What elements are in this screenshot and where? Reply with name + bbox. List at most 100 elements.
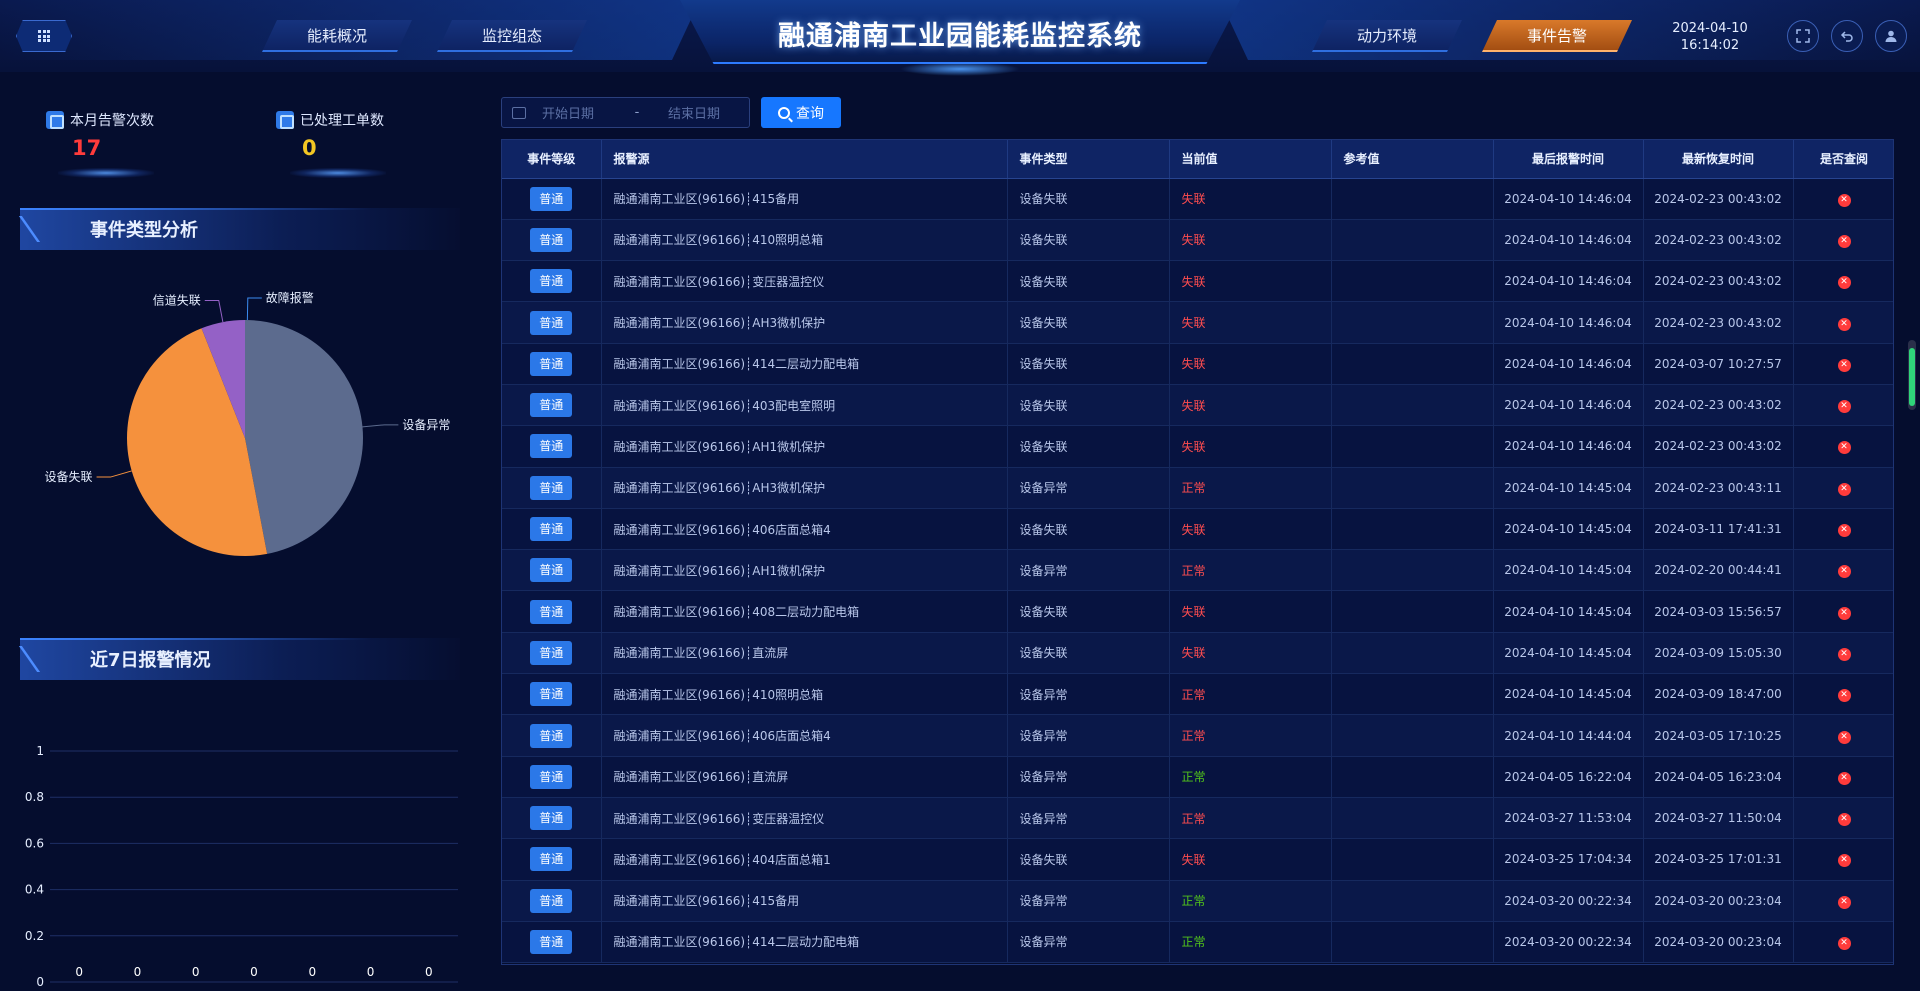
unread-x-icon[interactable]: ✕ <box>1837 358 1851 372</box>
cell-level: 普通 <box>502 425 602 468</box>
cell-last-alarm: 2024-04-10 14:46:04 <box>1493 178 1644 220</box>
user-button[interactable] <box>1875 20 1907 52</box>
level-badge: 普通 <box>530 310 573 335</box>
unread-x-icon[interactable]: ✕ <box>1837 936 1851 950</box>
col-header-level[interactable]: 事件等级 <box>502 140 602 179</box>
unread-x-icon[interactable]: ✕ <box>1837 524 1851 538</box>
cell-reference <box>1331 590 1494 633</box>
cell-source: 融通浦南工业区(96166)┊直流屏 <box>601 756 1008 798</box>
table-row[interactable]: 普通 融通浦南工业区(96166)┊AH1微机保护 设备异常 正常 2024-04-10… <box>502 549 1893 592</box>
table-row[interactable]: 普通 融通浦南工业区(96166)┊406店面总箱4 设备异常 正常 2024-04-1… <box>502 714 1893 757</box>
col-header-last-recover[interactable]: 最新恢复时间 <box>1643 140 1794 179</box>
cell-source: 融通浦南工业区(96166)┊变压器温控仪 <box>601 797 1008 840</box>
date-range-picker[interactable]: 开始日期 - 结束日期 <box>501 97 750 128</box>
table-row[interactable]: 普通 融通浦南工业区(96166)┊414二层动力配电箱 设备异常 正常 2024-03… <box>502 921 1893 964</box>
col-header-source[interactable]: 报警源 <box>601 140 1008 179</box>
cell-source: 融通浦南工业区(96166)┊404店面总箱1 <box>601 838 1008 881</box>
section-title: 事件类型分析 <box>90 220 198 241</box>
table-row[interactable]: 普通 融通浦南工业区(96166)┊410照明总箱 设备异常 正常 2024-04-10… <box>502 673 1893 716</box>
table-row[interactable]: 普通 融通浦南工业区(96166)┊AH1微机保护 设备失联 失联 2024-04-10… <box>502 425 1893 468</box>
table-row[interactable]: 普通 融通浦南工业区(96166)┊415备用 设备异常 正常 2024-03-20 0… <box>502 880 1893 922</box>
alarm-clock-icon <box>46 111 64 129</box>
cell-last-recover: 2024-02-23 00:43:02 <box>1643 425 1794 468</box>
col-header-type[interactable]: 事件类型 <box>1007 140 1170 179</box>
level-badge: 普通 <box>530 806 573 831</box>
end-date-input[interactable]: 结束日期 <box>668 103 720 122</box>
table-row[interactable]: 普通 融通浦南工业区(96166)┊404店面总箱1 设备失联 失联 2024-03-2… <box>502 838 1893 881</box>
table-row[interactable]: 普通 融通浦南工业区(96166)┊变压器温控仪 设备失联 失联 2024-04-10 … <box>502 260 1893 303</box>
current-time: 16:14:02 <box>1680 38 1740 53</box>
table-row[interactable]: 普通 融通浦南工业区(96166)┊414二层动力配电箱 设备失联 失联 2024-04… <box>502 343 1893 385</box>
cell-last-recover: 2024-03-20 00:23:04 <box>1643 921 1794 964</box>
cell-level: 普通 <box>502 632 602 675</box>
unread-x-icon[interactable]: ✕ <box>1837 647 1851 661</box>
unread-x-icon[interactable]: ✕ <box>1837 606 1851 620</box>
pie-label-line <box>204 299 224 323</box>
unread-x-icon[interactable]: ✕ <box>1837 317 1851 331</box>
unread-x-icon[interactable]: ✕ <box>1837 400 1851 414</box>
unread-x-icon[interactable]: ✕ <box>1837 482 1851 496</box>
event-table: 事件等级 报警源 事件类型 当前值 参考值 最后报警时间 最新恢复时间 是否查阅… <box>501 139 1894 965</box>
cell-last-recover: 2024-02-23 00:43:02 <box>1643 301 1794 344</box>
table-row[interactable]: 普通 融通浦南工业区(96166)┊406店面总箱4 设备失联 失联 2024-04-1… <box>502 508 1893 551</box>
table-row[interactable]: 普通 融通浦南工业区(96166)┊AH3微机保护 设备异常 正常 2024-04-10… <box>502 467 1893 509</box>
tab-event-alarm[interactable]: 事件告警 <box>1482 20 1632 52</box>
cell-last-recover: 2024-03-03 15:56:57 <box>1643 590 1794 633</box>
table-row[interactable]: 普通 融通浦南工业区(96166)┊415备用 设备失联 失联 2024-04-10 1… <box>502 178 1893 220</box>
table-header-row: 事件等级 报警源 事件类型 当前值 参考值 最后报警时间 最新恢复时间 是否查阅 <box>502 140 1893 179</box>
table-row[interactable]: 普通 融通浦南工业区(96166)┊408二层动力配电箱 设备失联 失联 2024-04… <box>502 590 1893 633</box>
tab-power-environment[interactable]: 动力环境 <box>1312 20 1462 52</box>
unread-x-icon[interactable]: ✕ <box>1837 895 1851 909</box>
unread-x-icon[interactable]: ✕ <box>1837 565 1851 579</box>
table-row[interactable]: 普通 融通浦南工业区(96166)┊直流屏 设备异常 正常 2024-04-05 16:… <box>502 756 1893 798</box>
cell-source: 融通浦南工业区(96166)┊414二层动力配电箱 <box>601 921 1008 964</box>
unread-x-icon[interactable]: ✕ <box>1837 854 1851 868</box>
unread-x-icon[interactable]: ✕ <box>1837 689 1851 703</box>
col-header-last-alarm[interactable]: 最后报警时间 <box>1493 140 1644 179</box>
col-header-reference[interactable]: 参考值 <box>1331 140 1494 179</box>
page-title: 融通浦南工业园能耗监控系统 <box>778 21 1142 52</box>
tab-monitoring-config[interactable]: 监控组态 <box>437 20 587 52</box>
table-row[interactable]: 普通 融通浦南工业区(96166)┊变压器温控仪 设备异常 正常 2024-03-27 … <box>502 797 1893 840</box>
unread-x-icon[interactable]: ✕ <box>1837 276 1851 290</box>
cell-source: 融通浦南工业区(96166)┊415备用 <box>601 178 1008 220</box>
grid-menu-button[interactable] <box>16 20 72 52</box>
unread-x-icon[interactable]: ✕ <box>1837 441 1851 455</box>
unread-x-icon[interactable]: ✕ <box>1837 813 1851 827</box>
section-header-7-day-alarms: 近7日报警情况 <box>20 638 460 680</box>
level-badge: 普通 <box>530 558 573 583</box>
col-header-viewed[interactable]: 是否查阅 <box>1793 140 1893 179</box>
bar-value-label: 0 <box>250 965 258 979</box>
cell-last-alarm: 2024-03-20 00:22:34 <box>1493 880 1644 922</box>
table-row[interactable]: 普通 融通浦南工业区(96166)┊410照明总箱 设备失联 失联 2024-04-10… <box>502 219 1893 262</box>
fullscreen-button[interactable] <box>1787 20 1819 52</box>
start-date-input[interactable]: 开始日期 <box>542 103 622 122</box>
table-row[interactable]: 普通 融通浦南工业区(96166)┊直流屏 设备失联 失联 2024-04-10 14:… <box>502 632 1893 675</box>
unread-x-icon[interactable]: ✕ <box>1837 730 1851 744</box>
cell-level: 普通 <box>502 756 602 798</box>
table-row[interactable]: 普通 融通浦南工业区(96166)┊403配电室照明 设备失联 失联 2024-04-1… <box>502 384 1893 427</box>
cell-current: 失联 <box>1169 384 1332 427</box>
cell-last-alarm: 2024-03-27 11:53:04 <box>1493 797 1644 840</box>
unread-x-icon[interactable]: ✕ <box>1837 234 1851 248</box>
col-header-current[interactable]: 当前值 <box>1169 140 1332 179</box>
y-tick-label: 0.8 <box>25 790 44 804</box>
query-button[interactable]: 查询 <box>761 97 841 128</box>
cell-last-recover: 2024-03-05 17:10:25 <box>1643 714 1794 757</box>
cell-last-recover: 2024-04-05 16:23:04 <box>1643 756 1794 798</box>
bar-value-label: 0 <box>134 965 142 979</box>
table-row[interactable]: 普通 融通浦南工业区(96166)┊AH3微机保护 设备失联 失联 2024-04-10… <box>502 301 1893 344</box>
back-icon <box>1840 31 1853 42</box>
unread-x-icon[interactable]: ✕ <box>1837 771 1851 785</box>
tab-energy-overview[interactable]: 能耗概况 <box>262 20 412 52</box>
cell-source: 融通浦南工业区(96166)┊AH3微机保护 <box>601 467 1008 509</box>
bar-value-label: 0 <box>425 965 433 979</box>
unread-x-icon[interactable]: ✕ <box>1837 193 1851 207</box>
back-button[interactable] <box>1831 20 1863 52</box>
pie-slice[interactable] <box>245 320 363 554</box>
cell-reference <box>1331 880 1494 922</box>
stat-label: 本月告警次数 <box>70 113 154 129</box>
scrollbar-thumb[interactable] <box>1909 348 1915 406</box>
cell-viewed: ✕ <box>1793 549 1893 592</box>
level-badge: 普通 <box>530 929 573 954</box>
